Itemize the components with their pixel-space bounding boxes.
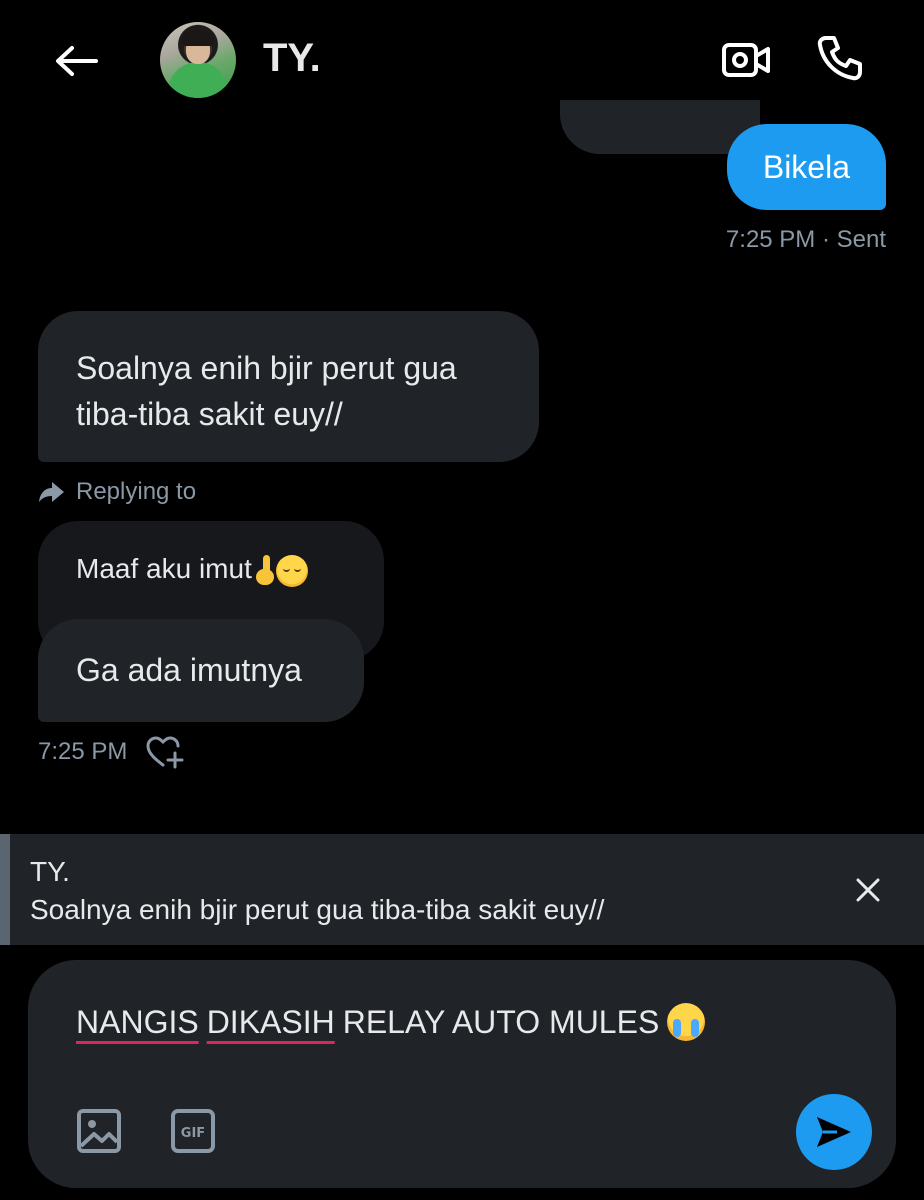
arrow-left-icon: [56, 46, 98, 76]
conversation-title[interactable]: TY.: [263, 36, 321, 81]
pensive-face-emoji-icon: [275, 554, 308, 587]
avatar[interactable]: [160, 22, 236, 98]
received-message-line: Soalnya enih bjir perut gua: [76, 350, 457, 386]
add-image-button[interactable]: [76, 1108, 122, 1154]
cancel-reply-button[interactable]: [846, 868, 890, 912]
index-finger-up-emoji-icon: [252, 554, 276, 587]
message-input-text: RELAY AUTO MULES: [342, 1003, 660, 1040]
message-composer: [28, 960, 896, 1188]
received-message-meta: 7:25 PM: [38, 735, 185, 769]
quoted-message-text: Maaf aku imut: [76, 553, 252, 584]
sent-message-text: Bikela: [762, 148, 850, 185]
misspelled-word[interactable]: NANGIS: [76, 1004, 199, 1041]
image-icon: [77, 1109, 121, 1153]
reply-preview-name: TY.: [30, 856, 70, 887]
received-message-time: 7:25 PM: [38, 738, 128, 765]
video-camera-icon: [722, 43, 770, 77]
loudly-crying-face-emoji-icon: [667, 1003, 706, 1041]
video-call-button[interactable]: [718, 34, 774, 86]
phone-icon: [817, 36, 862, 81]
add-gif-button[interactable]: GIF: [170, 1108, 216, 1154]
conversation-header: TY.: [0, 0, 924, 120]
heart-plus-icon: [146, 736, 184, 769]
close-icon: [856, 878, 880, 902]
svg-text:GIF: GIF: [181, 1126, 205, 1141]
sent-message-meta: 7:25 PM · Sent: [725, 226, 886, 253]
sent-message-bubble[interactable]: Bikela: [726, 124, 886, 210]
send-icon: [817, 1117, 851, 1147]
react-button[interactable]: [145, 735, 185, 769]
send-button[interactable]: [796, 1094, 872, 1170]
gif-icon: GIF: [171, 1109, 215, 1153]
replying-to-label: Replying to: [38, 478, 196, 506]
reply-arrow-icon: [39, 482, 64, 502]
reply-preview-text: Soalnya enih bjir perut gua tiba-tiba sa…: [30, 894, 605, 925]
reply-preview-bar: [0, 834, 10, 945]
received-message-line: tiba-tiba sakit euy//: [76, 396, 343, 432]
call-button[interactable]: [812, 30, 868, 86]
misspelled-word[interactable]: DIKASIH: [207, 1004, 335, 1041]
received-reply-bubble[interactable]: Ga ada imutnya: [38, 619, 364, 722]
message-input[interactable]: NANGIS DIKASIH RELAY AUTO MULES: [76, 998, 796, 1046]
replying-to-text: Replying to: [76, 478, 197, 505]
reply-preview: [0, 834, 924, 945]
received-reply-text: Ga ada imutnya: [76, 652, 302, 688]
back-button[interactable]: [50, 38, 102, 84]
received-message-bubble[interactable]: Soalnya enih bjir perut gua tiba-tiba sa…: [38, 311, 539, 462]
